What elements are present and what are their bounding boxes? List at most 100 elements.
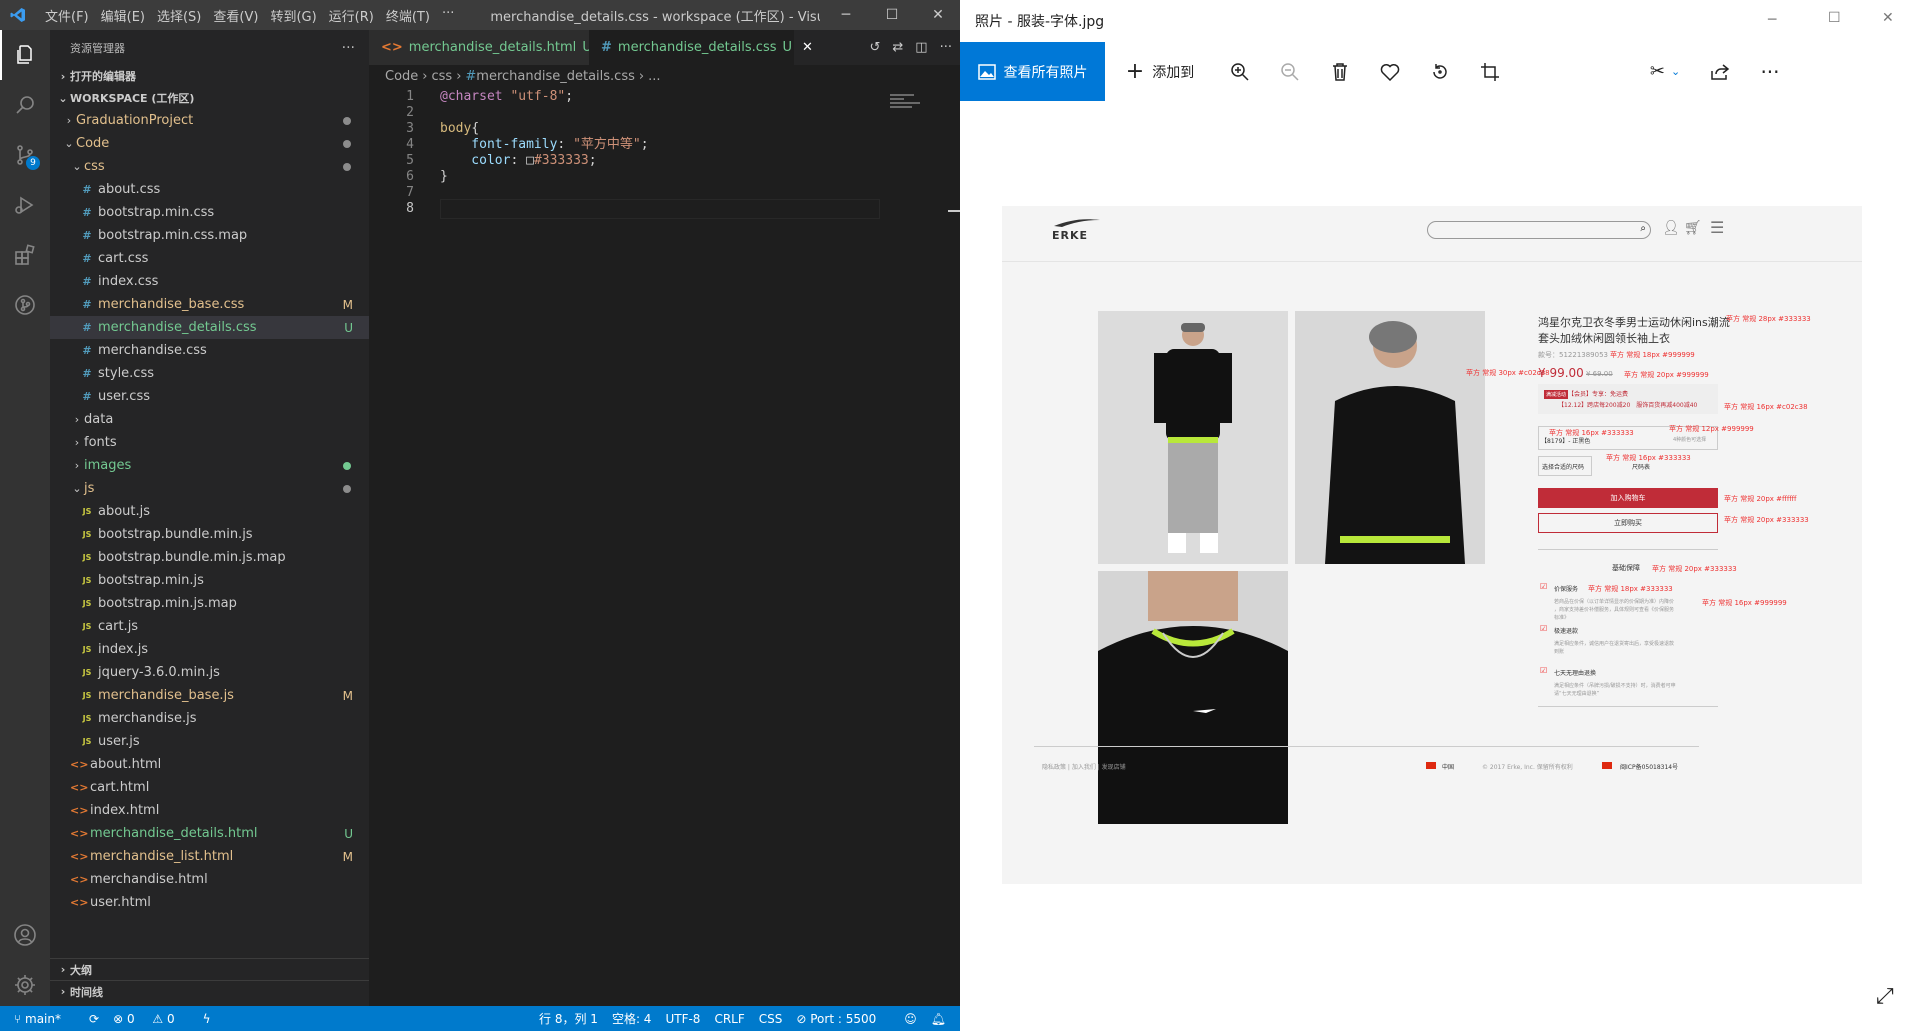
more-options-icon[interactable]: ···	[1745, 42, 1795, 101]
tree-folder[interactable]: › images	[50, 454, 369, 477]
breadcrumb-item[interactable]: ...	[648, 69, 660, 84]
tree-file[interactable]: JS cart.js	[50, 615, 369, 638]
menu-item[interactable]: 查看(V)	[213, 6, 258, 25]
timeline-section[interactable]: › 时间线	[50, 980, 369, 1002]
menu-item[interactable]: 编辑(E)	[101, 6, 145, 25]
tree-file[interactable]: JS bootstrap.min.js	[50, 569, 369, 592]
close-icon[interactable]: ✕	[1882, 10, 1894, 26]
encoding[interactable]: UTF-8	[665, 1012, 700, 1026]
zoom-out-icon[interactable]	[1265, 42, 1315, 101]
feedback-icon[interactable]: ☺	[904, 1012, 917, 1026]
menu-item[interactable]: 运行(R)	[329, 6, 374, 25]
maximize-icon[interactable]: ☐	[1828, 10, 1841, 26]
tree-file[interactable]: # index.css	[50, 270, 369, 293]
code-line[interactable]: color: □#333333;	[440, 151, 596, 171]
more-actions-icon[interactable]: ···	[342, 40, 355, 56]
tree-file[interactable]: # user.css	[50, 385, 369, 408]
tree-file[interactable]: # bootstrap.min.css	[50, 201, 369, 224]
minimize-icon[interactable]: ─	[1768, 12, 1776, 28]
favorite-heart-icon[interactable]	[1365, 42, 1415, 101]
tree-file[interactable]: # cart.css	[50, 247, 369, 270]
tree-file[interactable]: # about.css	[50, 178, 369, 201]
breadcrumb-item[interactable]: merchandise_details.css	[476, 69, 635, 84]
tree-file[interactable]: <> merchandise.html	[50, 868, 369, 891]
tree-folder[interactable]: ⌄ js	[50, 477, 369, 500]
tree-folder[interactable]: › GraduationProject	[50, 109, 369, 132]
branch-status[interactable]: ⑂ main*	[14, 1012, 75, 1026]
tree-file[interactable]: JS index.js	[50, 638, 369, 661]
tree-file[interactable]: <> merchandise_details.html U	[50, 822, 369, 845]
tree-file[interactable]: # merchandise_base.css M	[50, 293, 369, 316]
split-editor-icon[interactable]: ◫	[915, 40, 927, 55]
tree-file[interactable]: JS bootstrap.bundle.min.js.map	[50, 546, 369, 569]
crop-icon[interactable]	[1465, 42, 1515, 101]
share-icon[interactable]	[1695, 42, 1745, 101]
outline-section[interactable]: › 大纲	[50, 958, 369, 980]
tab-close-icon[interactable]: ✕	[802, 40, 813, 55]
tree-file[interactable]: JS about.js	[50, 500, 369, 523]
menu-item[interactable]: 转到(G)	[270, 6, 316, 25]
maximize-icon[interactable]: ☐	[869, 0, 915, 30]
git-graph-icon[interactable]	[0, 280, 50, 330]
settings-gear-icon[interactable]	[0, 960, 50, 1010]
code-editor[interactable]: 1 @charset "utf-8"; 2 3 body{4 font-family: …	[369, 87, 960, 1006]
tree-file[interactable]: <> merchandise_list.html M	[50, 845, 369, 868]
tree-file[interactable]: # merchandise_details.css U	[50, 316, 369, 339]
timeline-history-icon[interactable]: ↺	[869, 40, 880, 55]
tree-folder[interactable]: ⌄ Code	[50, 132, 369, 155]
search-icon[interactable]	[0, 80, 50, 130]
add-to-button[interactable]: + 添加到	[1105, 42, 1215, 101]
tree-file[interactable]: <> cart.html	[50, 776, 369, 799]
open-editors-section[interactable]: › 打开的编辑器	[50, 65, 369, 87]
workspace-section[interactable]: ⌄ WORKSPACE (工作区)	[50, 87, 369, 109]
tab-merchandise-details-html[interactable]: <> merchandise_details.html U	[369, 30, 592, 65]
tree-file[interactable]: <> user.html	[50, 891, 369, 914]
tab-merchandise-details-css[interactable]: # merchandise_details.css U ✕	[589, 30, 813, 65]
live-server-port[interactable]: ⊘ Port : 5500	[796, 1012, 890, 1026]
minimize-icon[interactable]: ─	[823, 0, 869, 30]
minimap[interactable]	[890, 90, 950, 110]
problems-status[interactable]: ⊗ 0 ⚠ 0	[113, 1012, 189, 1026]
code-line[interactable]: @charset "utf-8";	[440, 87, 573, 107]
run-debug-icon[interactable]	[0, 180, 50, 230]
tree-folder[interactable]: › data	[50, 408, 369, 431]
more-actions-icon[interactable]: ···	[940, 40, 952, 55]
tree-file[interactable]: <> about.html	[50, 753, 369, 776]
rotate-icon[interactable]	[1415, 42, 1465, 101]
code-line[interactable]: }	[440, 167, 448, 187]
explorer-icon[interactable]	[0, 30, 50, 80]
menu-item[interactable]: 选择(S)	[157, 6, 201, 25]
menu-item[interactable]: ···	[442, 6, 454, 25]
view-all-photos-button[interactable]: 查看所有照片	[960, 42, 1105, 101]
eol[interactable]: CRLF	[714, 1012, 744, 1026]
lightning-icon[interactable]: ϟ	[203, 1012, 211, 1026]
tree-folder[interactable]: › fonts	[50, 431, 369, 454]
tree-file[interactable]: JS merchandise.js	[50, 707, 369, 730]
zoom-in-icon[interactable]	[1215, 42, 1265, 101]
fullscreen-expand-icon[interactable]: ⤢	[1876, 984, 1894, 1009]
tree-file[interactable]: # style.css	[50, 362, 369, 385]
breadcrumb-item[interactable]: Code	[385, 69, 418, 84]
menu-item[interactable]: 文件(F)	[45, 6, 89, 25]
extensions-icon[interactable]	[0, 230, 50, 280]
notifications-bell-icon[interactable]: 🔔︎	[931, 1012, 946, 1026]
source-control-icon[interactable]: 9	[0, 130, 50, 180]
sync-icon[interactable]: ⟳	[89, 1012, 99, 1026]
tree-file[interactable]: # merchandise.css	[50, 339, 369, 362]
indentation[interactable]: 空格: 4	[612, 1010, 652, 1027]
tree-file[interactable]: JS bootstrap.bundle.min.js	[50, 523, 369, 546]
close-icon[interactable]: ✕	[915, 0, 961, 30]
account-icon[interactable]	[0, 910, 50, 960]
menu-item[interactable]: 终端(T)	[386, 6, 430, 25]
language-mode[interactable]: CSS	[759, 1012, 783, 1026]
tree-file[interactable]: <> index.html	[50, 799, 369, 822]
cursor-position[interactable]: 行 8，列 1	[539, 1010, 598, 1027]
delete-trash-icon[interactable]	[1315, 42, 1365, 101]
breadcrumb-item[interactable]: css	[431, 69, 452, 84]
tree-folder[interactable]: ⌄ css	[50, 155, 369, 178]
edit-create-icon[interactable]: ✂ ⌄	[1635, 42, 1695, 101]
tree-file[interactable]: JS user.js	[50, 730, 369, 753]
tree-file[interactable]: # bootstrap.min.css.map	[50, 224, 369, 247]
tree-file[interactable]: JS merchandise_base.js M	[50, 684, 369, 707]
tree-file[interactable]: JS bootstrap.min.js.map	[50, 592, 369, 615]
